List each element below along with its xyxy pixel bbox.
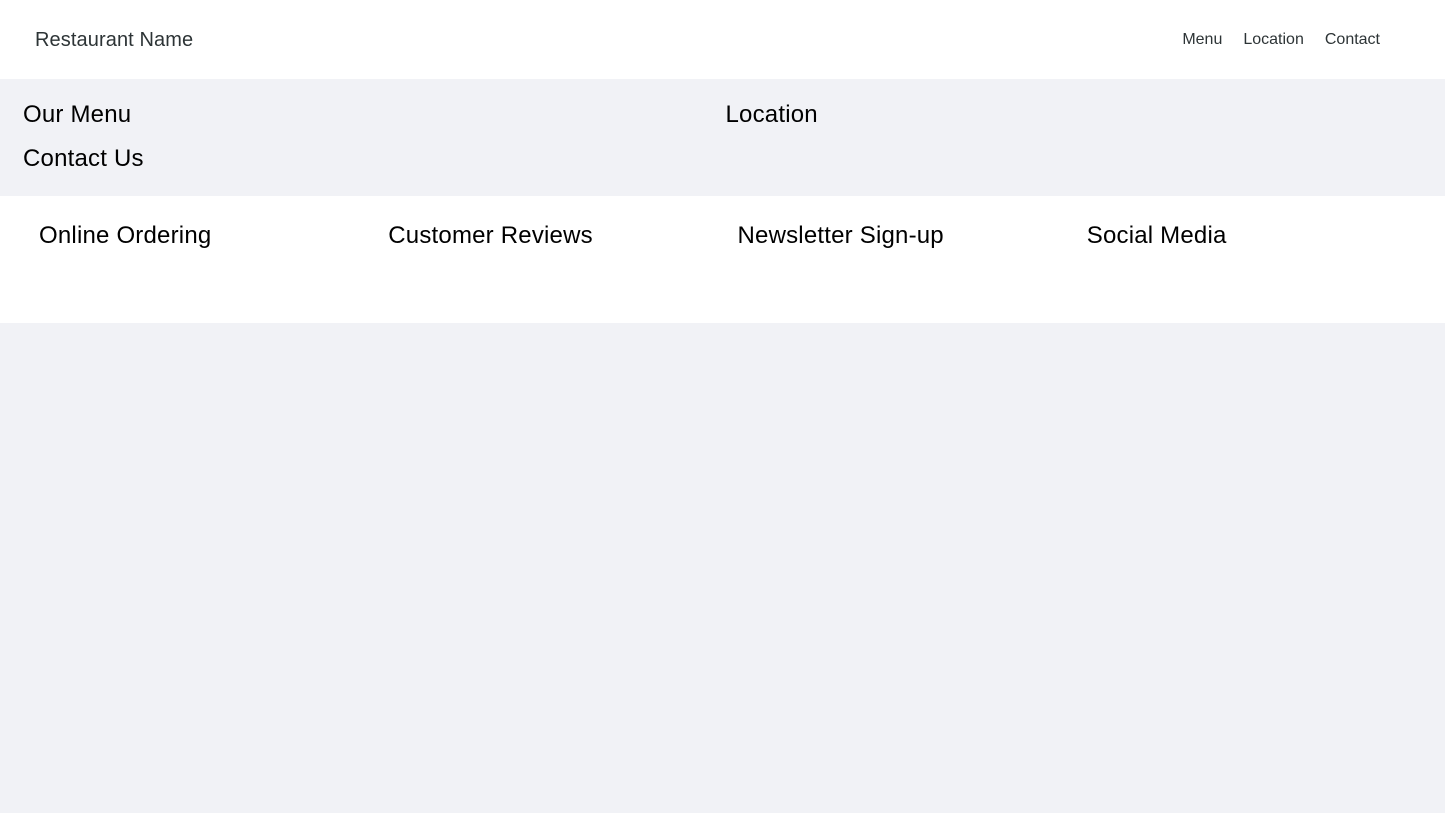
newsletter-signup-body	[738, 252, 1057, 292]
main-right-column: Location	[723, 99, 1426, 131]
social-media-body	[1087, 252, 1406, 292]
location-heading: Location	[726, 99, 1423, 131]
social-media-heading: Social Media	[1087, 220, 1406, 252]
nav-link-menu[interactable]: Menu	[1182, 30, 1222, 49]
footer-column-customer-reviews: Customer Reviews	[373, 220, 722, 292]
online-ordering-heading: Online Ordering	[39, 220, 358, 252]
site-footer: Online Ordering Customer Reviews Newslet…	[0, 196, 1445, 323]
footer-columns: Online Ordering Customer Reviews Newslet…	[24, 220, 1421, 292]
nav-link-contact[interactable]: Contact	[1325, 30, 1380, 49]
our-menu-heading: Our Menu	[23, 99, 720, 131]
site-header: Restaurant Name Menu Location Contact	[0, 0, 1445, 79]
contact-us-heading: Contact Us	[23, 143, 720, 175]
main-left-column: Our Menu Contact Us	[20, 99, 723, 176]
main-navigation: Menu Location Contact	[1182, 30, 1410, 49]
footer-column-social-media: Social Media	[1072, 220, 1421, 292]
customer-reviews-heading: Customer Reviews	[388, 220, 707, 252]
brand-title[interactable]: Restaurant Name	[35, 28, 193, 52]
newsletter-signup-heading: Newsletter Sign-up	[738, 220, 1057, 252]
nav-link-location[interactable]: Location	[1243, 30, 1304, 49]
footer-column-newsletter-signup: Newsletter Sign-up	[723, 220, 1072, 292]
footer-column-online-ordering: Online Ordering	[24, 220, 373, 292]
customer-reviews-body	[388, 252, 707, 292]
main-content: Our Menu Contact Us Location	[0, 79, 1445, 196]
online-ordering-body	[39, 252, 358, 292]
